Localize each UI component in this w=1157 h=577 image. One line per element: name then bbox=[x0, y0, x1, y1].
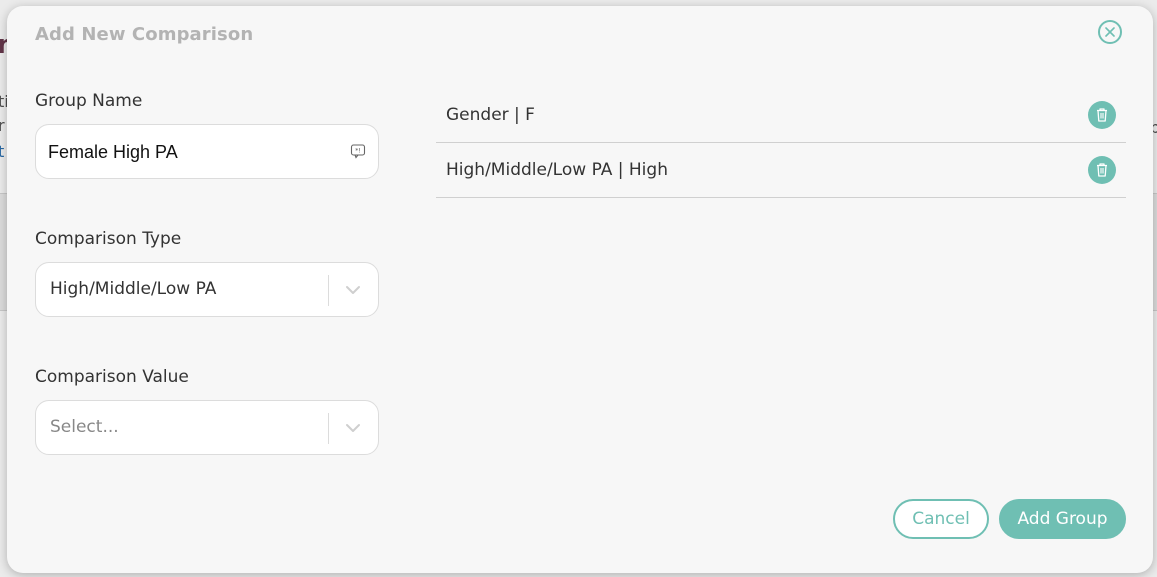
select-separator bbox=[328, 413, 329, 444]
add-group-button[interactable]: Add Group bbox=[999, 499, 1126, 539]
group-name-field-wrapper: *! bbox=[35, 124, 379, 180]
group-row-label: Gender | F bbox=[446, 105, 535, 125]
keyboard-icon[interactable]: *! bbox=[350, 143, 366, 159]
comparison-value-label: Comparison Value bbox=[35, 367, 189, 387]
comparison-type-label: Comparison Type bbox=[35, 229, 182, 249]
add-comparison-modal: Add New Comparison Group Name *! Compari… bbox=[7, 6, 1153, 573]
trash-icon bbox=[1097, 108, 1107, 122]
chevron-down-icon[interactable] bbox=[343, 421, 363, 435]
group-name-input[interactable] bbox=[46, 125, 350, 180]
comparison-value-select[interactable]: Select... bbox=[35, 400, 379, 455]
group-row: Gender | F bbox=[436, 88, 1126, 143]
close-button[interactable] bbox=[1098, 20, 1122, 44]
group-name-label: Group Name bbox=[35, 91, 143, 111]
group-row-label: High/Middle/Low PA | High bbox=[446, 160, 668, 180]
comparison-type-value: High/Middle/Low PA bbox=[50, 279, 217, 299]
comparison-value-placeholder: Select... bbox=[50, 417, 119, 437]
chevron-down-icon[interactable] bbox=[343, 283, 363, 297]
comparison-type-select[interactable]: High/Middle/Low PA bbox=[35, 262, 379, 317]
group-row: High/Middle/Low PA | High bbox=[436, 143, 1126, 198]
delete-group-button[interactable] bbox=[1088, 101, 1116, 129]
svg-text:*!: *! bbox=[355, 147, 361, 155]
modal-title: Add New Comparison bbox=[35, 24, 254, 45]
trash-icon bbox=[1097, 163, 1107, 177]
group-list: Gender | F High/Middle/Low PA | High bbox=[436, 88, 1126, 198]
select-separator bbox=[328, 275, 329, 306]
cancel-button[interactable]: Cancel bbox=[893, 499, 989, 539]
delete-group-button[interactable] bbox=[1088, 156, 1116, 184]
close-icon bbox=[1105, 27, 1115, 37]
